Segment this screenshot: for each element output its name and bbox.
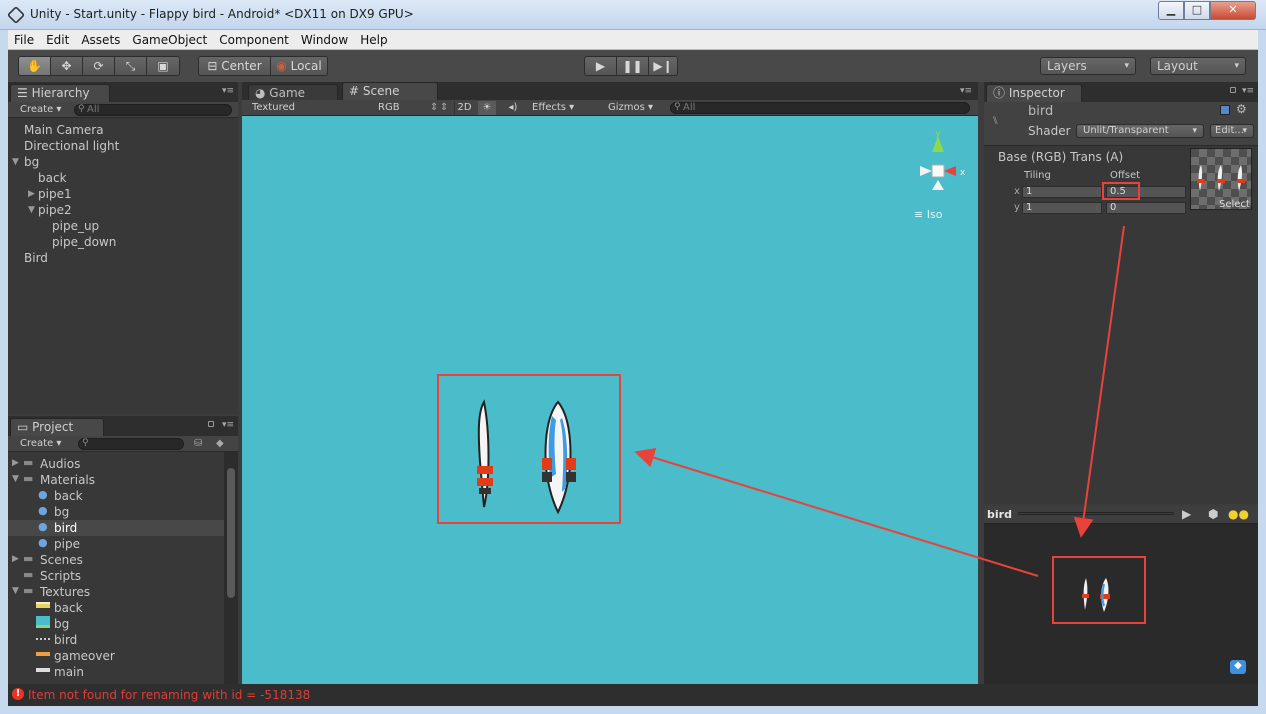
- status-bar: ! Item not found for renaming with id = …: [8, 684, 1258, 706]
- window-title: Unity - Start.unity - Flappy bird - Andr…: [30, 7, 414, 21]
- menu-window[interactable]: Window: [295, 30, 354, 50]
- menu-file[interactable]: File: [8, 30, 40, 50]
- menu-edit[interactable]: Edit: [40, 30, 75, 50]
- arrow-preview-to-scene: [634, 447, 1039, 577]
- arrow-offset-to-preview: [1073, 225, 1125, 538]
- menu-assets[interactable]: Assets: [75, 30, 126, 50]
- minimize-button[interactable]: ▁: [1158, 1, 1184, 20]
- error-icon: !: [12, 688, 24, 700]
- maximize-button[interactable]: □: [1184, 1, 1210, 20]
- menu-component[interactable]: Component: [213, 30, 295, 50]
- menu-bar: File Edit Assets GameObject Component Window H…: [8, 30, 1258, 50]
- menu-help[interactable]: Help: [354, 30, 393, 50]
- annotation-arrows: [634, 225, 1125, 577]
- menu-gameobject[interactable]: GameObject: [126, 30, 213, 50]
- status-error-message[interactable]: Item not found for renaming with id = -5…: [28, 688, 310, 702]
- close-button[interactable]: ✕: [1210, 1, 1256, 20]
- unity-logo-icon: [6, 5, 26, 25]
- editor-area: ✋ ✥ ⟳ ⤡ ▣ ⊟ Center ◉ Local ▶ ❚❚ ▶❙ Layer…: [8, 50, 1258, 706]
- window-titlebar: Unity - Start.unity - Flappy bird - Andr…: [0, 0, 1266, 30]
